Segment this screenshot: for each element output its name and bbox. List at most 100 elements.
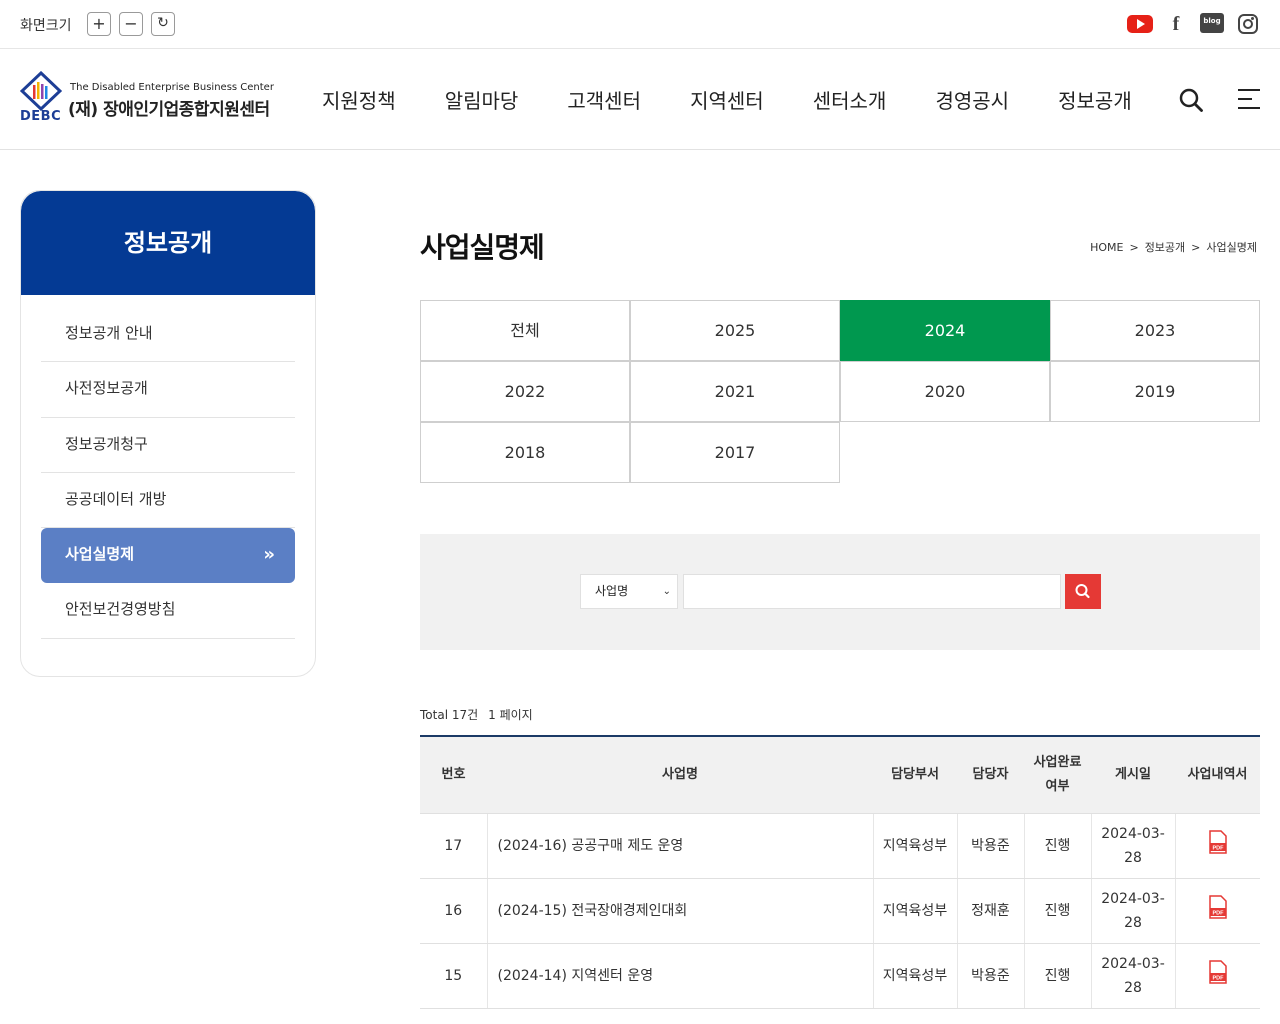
cell-status: 진행 [1023,943,1091,1009]
year-tab-2019[interactable]: 2019 [1050,361,1260,423]
search-field-select[interactable]: 사업명 ⌄ [580,574,678,609]
table-row: 15 (2024-14) 지역센터 운영 지역육성부 박용준 진행 2024-0… [420,943,1260,1009]
column-header-no: 번호 [420,736,487,814]
menu-icon[interactable] [1238,88,1260,110]
nav-item-customer[interactable]: 고객센터 [567,85,690,114]
breadcrumb-section[interactable]: 정보공개 [1145,241,1185,254]
year-tab-2022[interactable]: 2022 [420,361,630,423]
page-indicator: 1 페이지 [488,708,533,722]
sidebar-item-label: 공공데이터 개방 [65,489,167,508]
site-logo[interactable]: DEBC The Disabled Enterprise Business Ce… [20,71,282,127]
facebook-icon[interactable]: f [1168,12,1184,36]
nav-item-about[interactable]: 센터소개 [813,85,936,114]
year-tab-2017[interactable]: 2017 [630,422,840,484]
cell-manager: 정재훈 [956,878,1024,944]
search-button[interactable] [1065,574,1101,609]
search-icon[interactable] [1179,88,1203,112]
column-header-manager: 담당자 [957,736,1024,814]
search-field-value: 사업명 [595,584,629,598]
sidebar-item-disclosure-guide[interactable]: 정보공개 안내 [41,307,295,363]
breadcrumb-separator: > [1191,241,1201,254]
year-tab-2021[interactable]: 2021 [630,361,840,423]
sidebar-item-pre-disclosure[interactable]: 사전정보공개 [41,362,295,418]
cell-dept: 지역육성부 [872,878,957,944]
logo-english-name: The Disabled Enterprise Business Center [70,82,274,93]
sidebar-item-label: 사전정보공개 [65,379,148,398]
year-tab-2023[interactable]: 2023 [1050,300,1260,362]
pdf-icon[interactable]: PDF [1208,894,1228,919]
cell-status: 진행 [1023,878,1091,944]
cell-date: 2024-03-28 [1090,813,1175,879]
cell-manager: 박용준 [956,943,1024,1009]
total-count: Total 17건 [420,708,479,722]
cell-date: 2024-03-28 [1090,878,1175,944]
zoom-label: 화면크기 [20,18,72,34]
sidebar-item-label: 정보공개청구 [65,434,148,453]
page-title: 사업실명제 [420,231,545,264]
utility-bar: 화면크기 + − ↻ f blog [0,0,1280,49]
list-summary: Total 17건 1 페이지 [420,706,543,723]
year-tab-all[interactable]: 전체 [420,300,630,362]
sidebar-item-label: 정보공개 안내 [65,324,153,342]
column-header-status: 사업완료 여부 [1024,736,1091,814]
cell-status: 진행 [1023,813,1091,879]
chevron-down-icon: ⌄ [662,586,671,597]
logo-korean-name: (재) 장애인기업종합지원센터 [68,100,270,120]
cell-business-name[interactable]: (2024-15) 전국장애경제인대회 [486,878,873,944]
blog-icon[interactable]: blog [1200,13,1224,33]
nav-item-disclosure-management[interactable]: 경영공시 [935,85,1058,114]
column-header-dept: 담당부서 [873,736,957,814]
year-tab-2020[interactable]: 2020 [840,361,1050,423]
cell-no: 15 [420,943,487,1009]
cell-report: PDF [1174,943,1260,1009]
breadcrumb-separator: > [1129,241,1139,254]
zoom-in-button[interactable]: + [87,12,111,36]
sidebar-item-public-data[interactable]: 공공데이터 개방 [41,473,295,529]
breadcrumb: HOME > 정보공개 > 사업실명제 [1087,239,1260,255]
cell-business-name[interactable]: (2024-16) 공공구매 제도 운영 [486,813,873,879]
sidebar-title: 정보공개 [21,191,315,295]
pdf-icon[interactable]: PDF [1208,959,1228,984]
logo-abbr: DEBC [20,109,62,124]
sidebar-item-label: 안전보건경영방침 [65,600,176,619]
cell-report: PDF [1174,878,1260,944]
logo-mark-icon [20,71,62,111]
cell-dept: 지역육성부 [872,813,957,879]
year-tab-2018[interactable]: 2018 [420,422,630,484]
breadcrumb-home[interactable]: HOME [1090,241,1123,254]
pdf-icon[interactable]: PDF [1208,829,1228,854]
nav-item-notice[interactable]: 알림마당 [445,85,568,114]
cell-business-name[interactable]: (2024-14) 지역센터 운영 [486,943,873,1009]
sidebar-item-safety-policy[interactable]: 안전보건경영방침 [41,583,295,639]
cell-dept: 지역육성부 [872,943,957,1009]
column-header-name: 사업명 [487,736,873,814]
main-nav: 지원정책 알림마당 고객센터 지역센터 센터소개 경영공시 정보공개 [322,85,1181,114]
table-header-row: 번호 사업명 담당부서 담당자 사업완료 여부 게시일 사업내역서 [420,736,1260,814]
pdf-label: PDF [1212,975,1224,981]
nav-item-regional[interactable]: 지역센터 [690,85,813,114]
column-header-report: 사업내역서 [1175,736,1260,814]
zoom-reset-button[interactable]: ↻ [151,12,175,36]
sidebar: 정보공개 정보공개 안내 사전정보공개 정보공개청구 공공데이터 개방 사업실명… [20,190,316,677]
search-input[interactable] [683,574,1061,609]
nav-item-policy[interactable]: 지원정책 [322,85,445,114]
sidebar-item-business-realname[interactable]: 사업실명제 » [41,528,295,584]
cell-no: 17 [420,813,487,879]
chevron-double-right-icon: » [263,544,275,566]
cell-manager: 박용준 [956,813,1024,879]
zoom-out-button[interactable]: − [119,12,143,36]
sidebar-item-label: 사업실명제 [65,545,135,564]
pdf-label: PDF [1212,910,1224,916]
breadcrumb-current: 사업실명제 [1206,241,1257,254]
search-icon [1075,584,1090,599]
year-tab-2024[interactable]: 2024 [840,300,1050,362]
youtube-icon[interactable] [1127,15,1153,33]
year-tab-2025[interactable]: 2025 [630,300,840,362]
sidebar-item-disclosure-request[interactable]: 정보공개청구 [41,418,295,473]
business-list-table: 번호 사업명 담당부서 담당자 사업완료 여부 게시일 사업내역서 17 (20… [420,735,1260,1009]
pdf-label: PDF [1212,845,1224,851]
table-row: 16 (2024-15) 전국장애경제인대회 지역육성부 정재훈 진행 2024… [420,878,1260,944]
header: DEBC The Disabled Enterprise Business Ce… [0,49,1280,150]
nav-item-information[interactable]: 정보공개 [1058,85,1181,114]
instagram-icon[interactable] [1238,14,1258,34]
